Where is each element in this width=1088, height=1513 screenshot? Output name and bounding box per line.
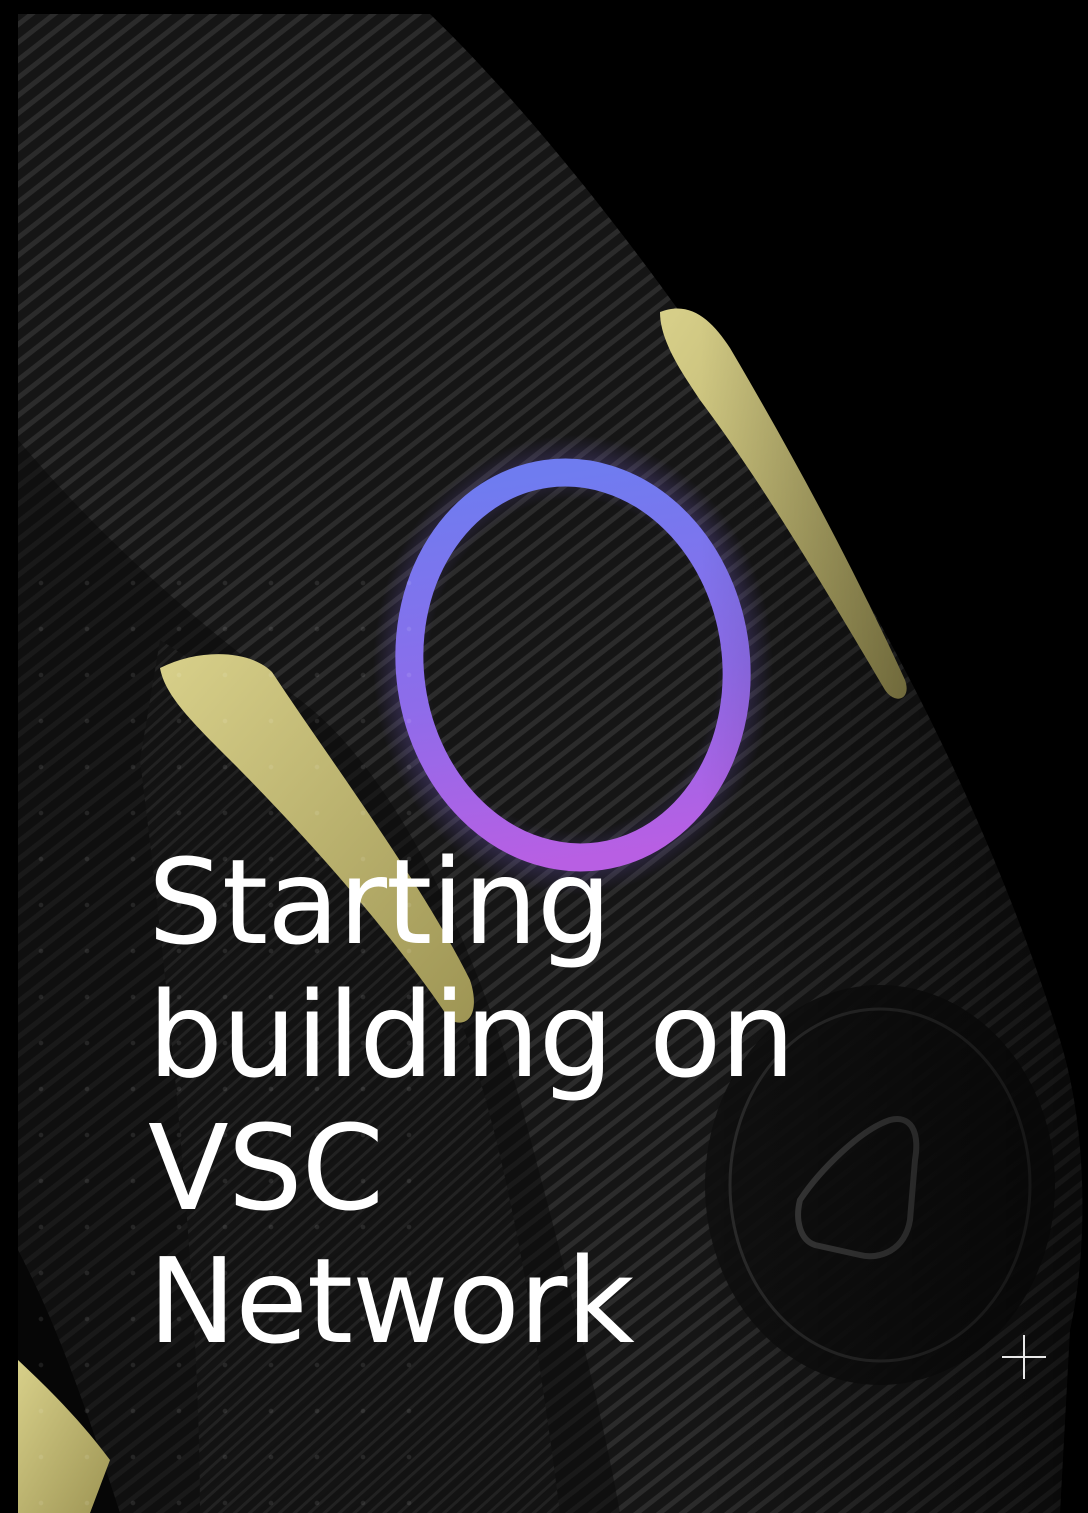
headline-line-4: Network bbox=[148, 1232, 635, 1370]
hero-card: Starting building on VSC Network bbox=[0, 0, 1088, 1513]
headline-line-1: Starting bbox=[148, 833, 612, 971]
hero-headline: Starting building on VSC Network bbox=[148, 836, 908, 1368]
headline-line-2: building on bbox=[148, 966, 795, 1104]
plus-icon[interactable] bbox=[998, 1331, 1050, 1383]
headline-line-3: VSC bbox=[148, 1099, 384, 1237]
